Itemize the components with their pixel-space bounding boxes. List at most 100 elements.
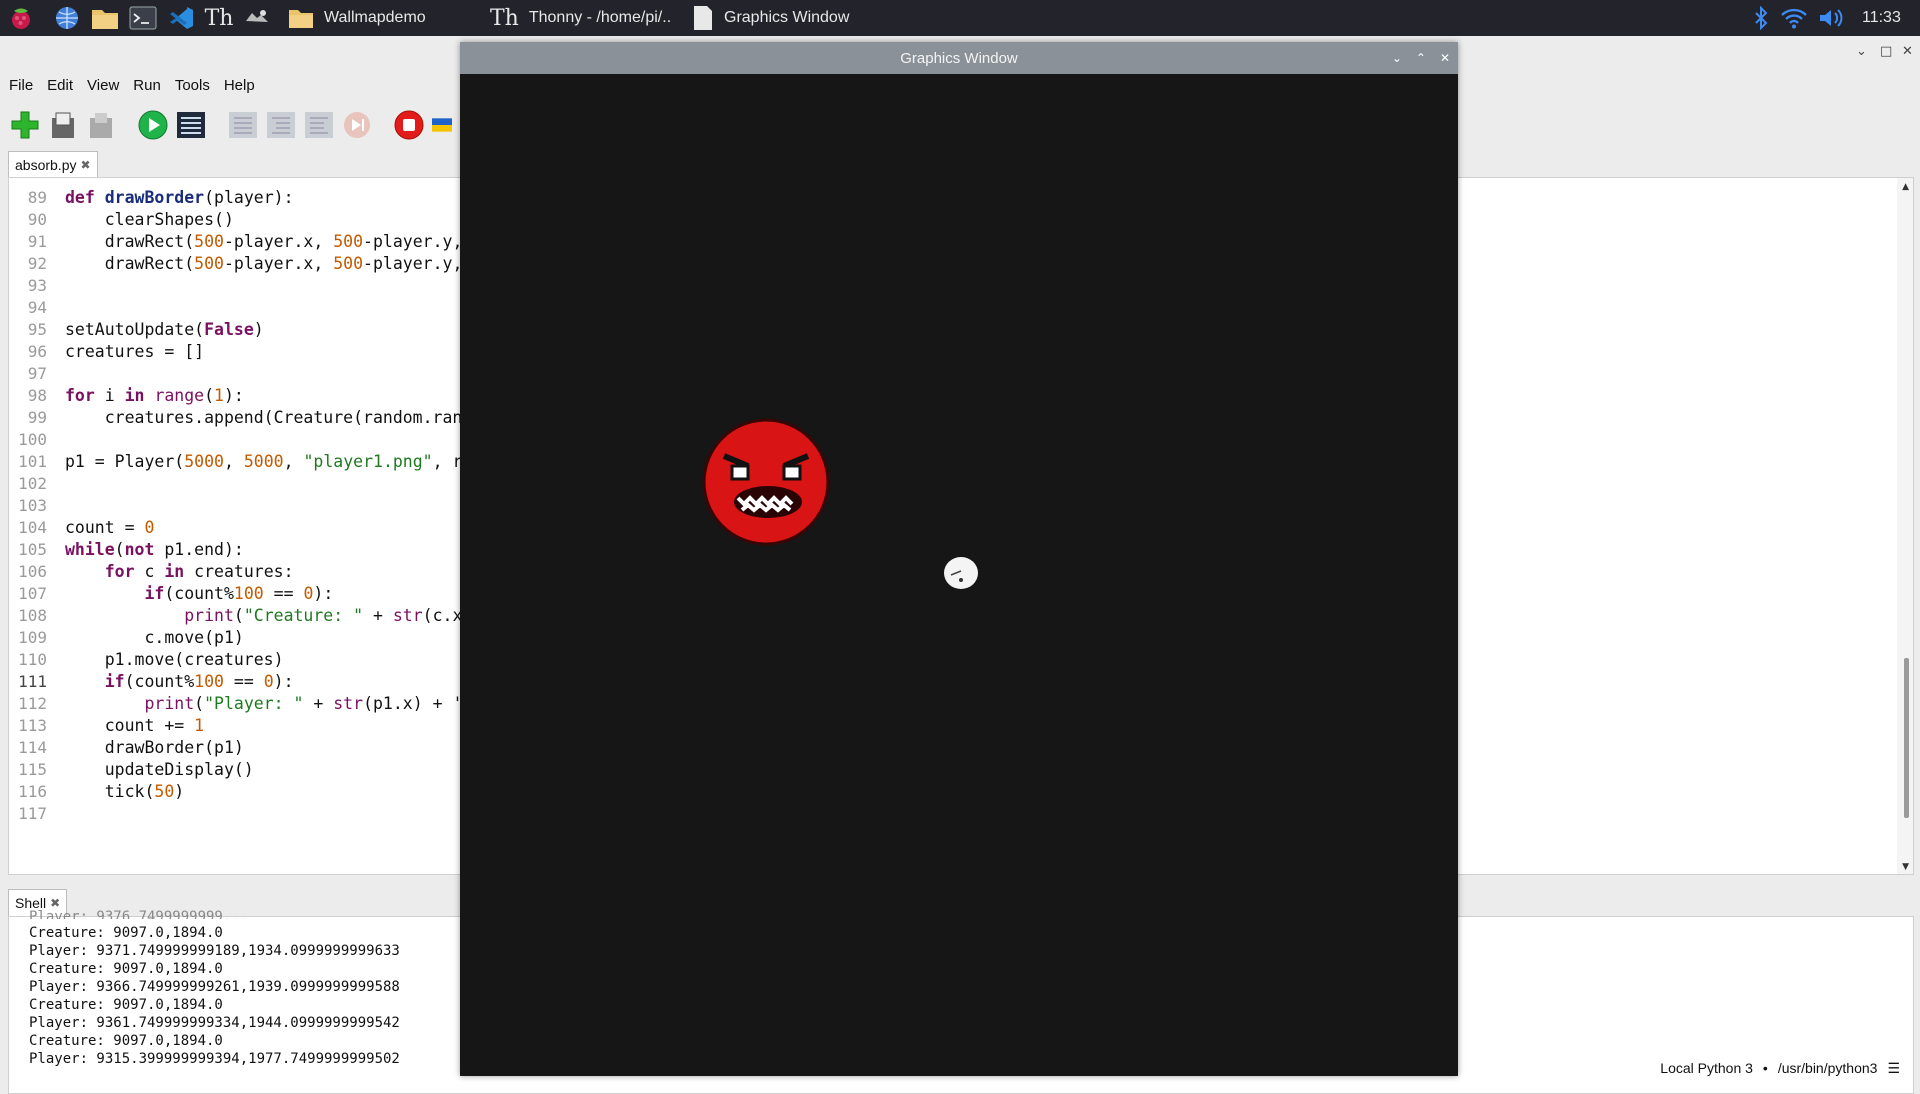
code-token: (player): [204,188,294,207]
task-thonny[interactable]: Th Thonny - /home/pi/.. [490,0,671,36]
menu-file[interactable]: File [2,77,40,94]
minimize-icon[interactable]: ⌄ [1856,44,1867,59]
minimize-icon[interactable]: ⌄ [1392,51,1402,65]
close-tab-icon[interactable]: ✖ [80,158,90,172]
bluetooth-icon[interactable] [1748,6,1774,30]
code-token: p1 = Player( [65,452,185,471]
code-token: (p1.x) + ' [363,694,463,713]
line-number: 96 [27,342,47,361]
open-file-button[interactable] [46,108,80,142]
code-token: creatures: [184,562,294,581]
menu-edit[interactable]: Edit [40,77,80,94]
code-token: c.move(p1) [65,628,244,647]
wifi-icon[interactable] [1774,7,1814,29]
maximize-icon[interactable]: ⌃ [1416,51,1426,65]
resume-button[interactable] [340,108,374,142]
line-number: 104 [18,518,47,537]
vscode-icon[interactable] [166,3,196,33]
play-icon [138,110,168,140]
code-token: , r [432,452,463,471]
code-token: while [65,540,115,559]
shell-line: Creature: 9097.0,1894.0 [29,961,223,977]
support-ukraine-button[interactable] [432,108,452,142]
stop-button[interactable] [392,108,426,142]
code-line: updateDisplay() [65,760,254,779]
stop-icon [394,110,424,140]
line-number: 102 [18,474,47,493]
thonny-launcher-icon[interactable]: Th [204,3,234,33]
code-token: 500 [333,232,364,251]
graphics-window-titlebar[interactable]: Graphics Window [460,42,1458,74]
code-token: count += [65,716,195,735]
taskbar: Th Wallmapdemo Th Thonny - /home/pi/.. G… [0,0,1920,36]
menu-icon[interactable]: ☰ [1887,1060,1900,1077]
code-token: 0 [144,518,155,537]
code-token: creatures.append(Creature(random.ran [65,408,463,427]
code-token: "player1.png" [303,452,433,471]
debug-button[interactable] [174,108,208,142]
task-label: Graphics Window [724,9,850,26]
code-token: ) [253,320,264,339]
step-out-button[interactable] [302,108,336,142]
code-token: creatures = [] [65,342,205,361]
scroll-thumb[interactable] [1904,658,1909,818]
scroll-down-icon[interactable]: ▼ [1902,862,1909,872]
volume-icon[interactable] [1814,7,1850,29]
raspberry-menu-icon[interactable] [6,3,36,33]
menu-tools[interactable]: Tools [168,77,217,94]
graphics-window[interactable]: Graphics Window ⌄ ⌃ ✕ [460,42,1458,1076]
shell-line: Player: 9361.749999999334,1944.099999999… [29,1015,400,1031]
menu-run[interactable]: Run [126,77,168,94]
code-line: setAutoUpdate(False) [65,320,264,339]
shell-partial-line: Player: 9376.7499999999... [29,909,249,919]
close-icon[interactable]: ✕ [1902,44,1913,59]
code-token: def [65,188,95,207]
line-number: 113 [18,716,47,735]
line-number-partial [9,170,51,182]
clock[interactable]: 11:33 [1862,9,1901,27]
line-number: 103 [18,496,47,515]
menu-help[interactable]: Help [217,77,262,94]
interpreter-label[interactable]: Local Python 3 [1660,1060,1753,1076]
line-number: 99 [27,408,47,427]
save-button[interactable] [84,108,118,142]
new-file-button[interactable] [8,108,42,142]
terminal-icon[interactable] [128,3,158,33]
interpreter-path[interactable]: /usr/bin/python3 [1778,1060,1878,1076]
code-token: -player.x, [223,254,334,273]
code-token: print [184,606,234,625]
close-tab-icon[interactable]: ✖ [50,896,60,910]
code-token: , [223,452,244,471]
code-token: range [154,386,205,405]
maximize-icon[interactable]: □ [1880,44,1892,59]
code-token: not [124,540,155,559]
task-graphics-window[interactable]: Graphics Window [692,0,849,36]
menubar: File Edit View Run Tools Help [2,70,262,100]
step-into-button[interactable] [264,108,298,142]
scroll-up-icon[interactable]: ▲ [1902,182,1909,192]
code-token: False [204,320,254,339]
screenshot-tool-icon[interactable] [242,3,272,33]
task-wallmapdemo[interactable]: Wallmapdemo [288,0,426,36]
code-token: (count% [164,584,234,603]
code-line: while(not p1.end): [65,540,244,559]
line-number: 106 [18,562,47,581]
run-button[interactable] [136,108,170,142]
code-token: i [94,386,125,405]
code-token: ( [194,694,205,713]
close-icon[interactable]: ✕ [1440,51,1450,65]
shell-line: Creature: 9097.0,1894.0 [29,997,223,1013]
menu-view[interactable]: View [80,77,126,94]
editor-scrollbar[interactable]: ▲ ▼ [1897,178,1913,874]
line-number: 89 [27,188,47,207]
save-icon [90,113,112,138]
step-over-button[interactable] [226,108,260,142]
code-line: p1.move(creatures) [65,650,284,669]
file-manager-icon[interactable] [90,3,120,33]
code-line: p1 = Player(5000, 5000, "player1.png", r [65,452,462,471]
web-browser-icon[interactable] [52,3,82,33]
code-token: 1 [214,386,224,405]
code-token: ): [313,584,334,603]
code-line: c.move(p1) [65,628,244,647]
